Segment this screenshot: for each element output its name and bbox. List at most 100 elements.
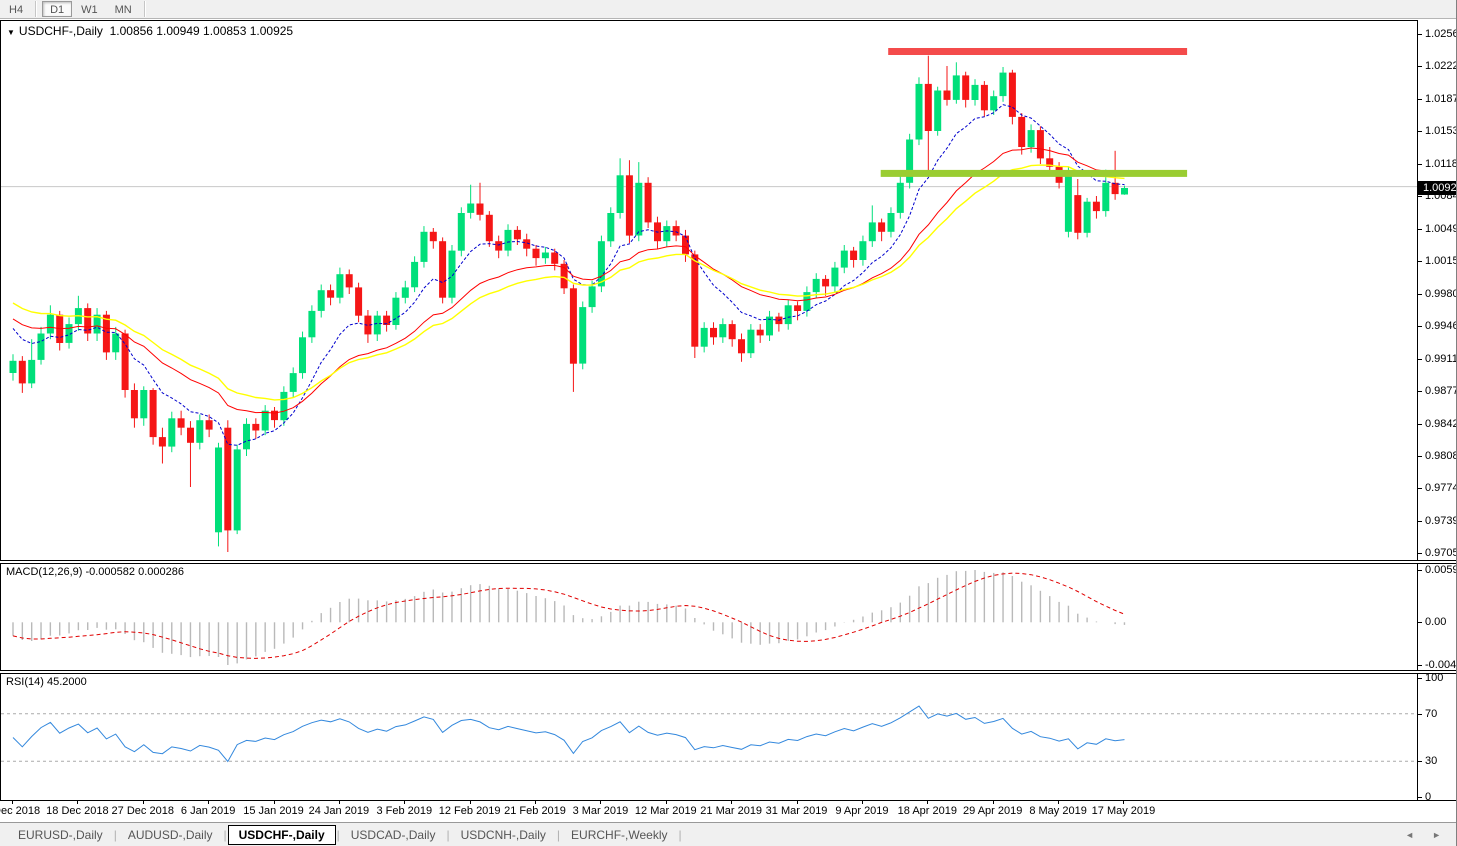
bull-candle-body: [999, 72, 1007, 97]
price-tick-label: 0.99110: [1425, 352, 1456, 365]
bear-candle-body: [205, 420, 213, 430]
rsi-canvas[interactable]: [1, 674, 1417, 800]
bear-candle-body: [625, 175, 633, 236]
timeframe-button-mn[interactable]: MN: [107, 1, 140, 17]
timeframe-button-w1[interactable]: W1: [73, 1, 106, 17]
axis-tick-mark: [1418, 98, 1422, 100]
chart-dropdown-icon[interactable]: ▼: [7, 28, 15, 37]
bull-candle-body: [46, 314, 54, 334]
bear-candle-body: [672, 226, 680, 236]
price-chart-panel[interactable]: ▼ USDCHF-,Daily 1.00856 1.00949 1.00853 1…: [0, 20, 1418, 561]
price-tick-label: 1.02220: [1425, 60, 1456, 73]
bear-candle-body: [177, 418, 185, 428]
axis-tick-mark: [1418, 552, 1422, 554]
bull-candle-body: [635, 182, 643, 236]
bull-candle-body: [887, 213, 895, 232]
bull-candle-body: [411, 261, 419, 288]
date-label: 12 Mar 2019: [634, 805, 697, 817]
price-tick-label: 1.01530: [1425, 125, 1456, 137]
bull-candle-body: [747, 329, 755, 354]
bull-candle-body: [308, 310, 316, 338]
time-tick-mark: [535, 801, 537, 804]
bull-candle-body: [952, 75, 960, 100]
date-label: 18 Apr 2019: [897, 805, 957, 817]
date-label: 18 Dec 2018: [46, 805, 109, 817]
price-tick-label: 0.97390: [1425, 514, 1456, 527]
macd-label: MACD(12,26,9) -0.000582 0.000286: [6, 566, 184, 578]
axis-tick-mark: [1418, 131, 1422, 132]
resistance-line: [888, 48, 1188, 55]
bull-candle-body: [719, 324, 727, 338]
bear-candle-body: [252, 423, 260, 431]
bear-candle-body: [513, 229, 521, 240]
price-tick-label: 1.00150: [1425, 254, 1456, 267]
axis-tick-mark: [1418, 228, 1422, 230]
bull-candle-body: [1027, 130, 1035, 148]
bear-candle-body: [345, 274, 353, 288]
bear-candle-body: [822, 278, 830, 287]
axis-tick-mark: [1418, 761, 1422, 763]
bear-candle-body: [980, 84, 988, 111]
timeframe-button-d1[interactable]: D1: [42, 1, 73, 17]
time-tick-mark: [796, 801, 798, 804]
tab-usdchf-daily[interactable]: USDCHF-,Daily: [227, 824, 336, 845]
macd-canvas[interactable]: [1, 564, 1417, 670]
bull-candle-body: [616, 175, 624, 213]
date-label: 31 Mar 2019: [765, 805, 828, 817]
macd-panel[interactable]: MACD(12,26,9) -0.000582 0.000286: [0, 563, 1418, 671]
time-tick-mark: [77, 801, 79, 804]
bear-candle-body: [878, 222, 886, 232]
tab-audusd-daily[interactable]: AUDUSD-,Daily: [118, 826, 223, 844]
tab-scroll-left-icon[interactable]: ◄: [1405, 830, 1414, 840]
price-axis[interactable]: 1.025601.022201.018701.015301.011801.008…: [1418, 20, 1456, 803]
bull-candle-body: [261, 410, 269, 431]
time-tick-mark: [1058, 801, 1060, 804]
date-label: 21 Feb 2019: [504, 805, 566, 817]
bull-candle-body: [28, 359, 36, 384]
timeframe-button-h4[interactable]: H4: [1, 1, 31, 17]
tab-eurchf-weekly[interactable]: EURCHF-,Weekly: [561, 826, 677, 844]
support-line: [880, 169, 1188, 177]
tab-usdcnh-daily[interactable]: USDCNH-,Daily: [451, 826, 556, 844]
bull-candle-body: [168, 418, 176, 447]
time-tick-mark: [404, 801, 406, 804]
date-label: 21 Mar 2019: [700, 805, 763, 817]
bear-candle-body: [149, 390, 157, 438]
date-label: 3 Feb 2019: [376, 805, 433, 817]
price-tick-label: 0.97050: [1425, 546, 1456, 559]
bull-candle-body: [579, 307, 587, 364]
date-label: 29 Apr 2019: [963, 805, 1023, 817]
price-chart-canvas[interactable]: [1, 21, 1417, 560]
chart-symbol-label: USDCHF-,Daily: [18, 24, 103, 38]
bull-candle-body: [915, 83, 923, 140]
bear-candle-body: [850, 250, 858, 260]
bear-candle-body: [532, 248, 540, 259]
current-price-tag: 1.00925: [1418, 180, 1456, 195]
chart-title: ▼ USDCHF-,Daily 1.00856 1.00949 1.00853 1…: [7, 24, 293, 38]
time-tick-mark: [469, 801, 471, 804]
bull-candle-body: [1121, 188, 1128, 195]
bear-candle-body: [18, 360, 26, 384]
time-tick-mark: [338, 801, 340, 804]
tab-scroll-right-icon[interactable]: ►: [1432, 830, 1441, 840]
bear-candle-body: [495, 241, 503, 251]
bull-candle-body: [859, 241, 867, 260]
tab-eurusd-daily[interactable]: EURUSD-,Daily: [8, 826, 113, 844]
date-label: 27 Dec 2018: [111, 805, 174, 817]
tab-usdcad-daily[interactable]: USDCAD-,Daily: [341, 826, 446, 844]
time-tick-mark: [1123, 801, 1125, 804]
bull-candle-body: [9, 360, 17, 373]
rsi-panel[interactable]: RSI(14) 45.2000: [0, 673, 1418, 801]
bull-candle-body: [840, 250, 848, 268]
bull-candle-body: [934, 90, 942, 131]
bull-candle-body: [401, 287, 409, 298]
time-axis[interactable]: 9 Dec 2018 18 Dec 201827 Dec 2018 6 Jan 20…: [0, 801, 1418, 822]
price-tick-label: 0.98420: [1425, 417, 1456, 430]
bear-candle-body: [644, 182, 652, 223]
bear-candle-body: [476, 203, 484, 215]
axis-tick-mark: [1418, 196, 1422, 197]
bear-candle-body: [485, 214, 493, 242]
bull-candle-body: [317, 290, 325, 311]
toolbar-separator: [35, 1, 38, 17]
rsi-label: RSI(14) 45.2000: [6, 676, 87, 688]
